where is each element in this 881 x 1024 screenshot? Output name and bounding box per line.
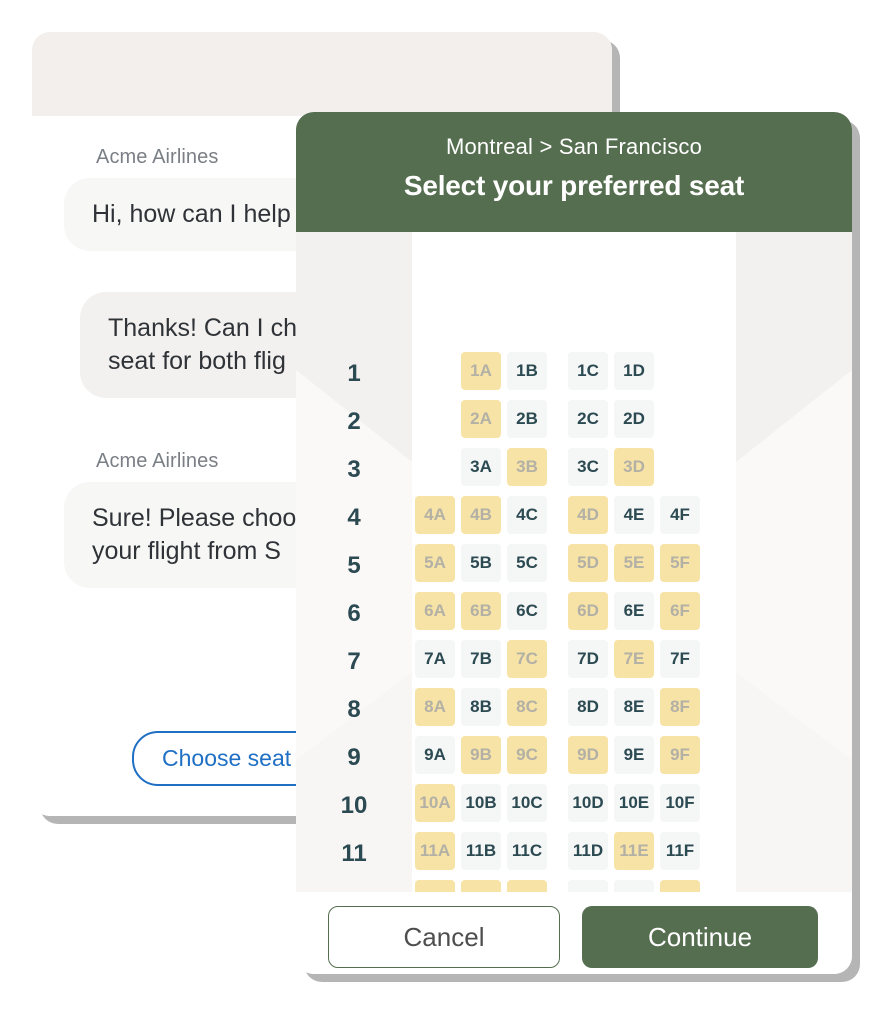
seat-7D[interactable]: 7D	[568, 640, 608, 678]
cancel-button[interactable]: Cancel	[328, 906, 560, 968]
seat-12D[interactable]: 12D	[568, 880, 608, 892]
message-line: seat for both flig	[108, 347, 286, 375]
seat-10A: 10A	[415, 784, 455, 822]
continue-button[interactable]: Continue	[582, 906, 818, 968]
message-line: Thanks! Can I ch	[108, 314, 297, 342]
seat-9D: 9D	[568, 736, 608, 774]
message-bubble-user-1: Thanks! Can I ch seat for both flig	[80, 292, 325, 398]
seat-10C[interactable]: 10C	[507, 784, 547, 822]
seat-8C: 8C	[507, 688, 547, 726]
seat-10F[interactable]: 10F	[660, 784, 700, 822]
seat-12B: 12B	[461, 880, 501, 892]
seat-8E[interactable]: 8E	[614, 688, 654, 726]
seat-6B: 6B	[461, 592, 501, 630]
message-line: your flight from S	[92, 537, 281, 565]
seat-6F: 6F	[660, 592, 700, 630]
seat-11D[interactable]: 11D	[568, 832, 608, 870]
seat-4F[interactable]: 4F	[660, 496, 700, 534]
seat-2A: 2A	[461, 400, 501, 438]
seat-9C: 9C	[507, 736, 547, 774]
message-line: Sure! Please choo	[92, 504, 297, 532]
seat-6D: 6D	[568, 592, 608, 630]
seat-1A: 1A	[461, 352, 501, 390]
seat-1D[interactable]: 1D	[614, 352, 654, 390]
seat-9F: 9F	[660, 736, 700, 774]
seat-12E[interactable]: 12E	[614, 880, 654, 892]
seat-9E[interactable]: 9E	[614, 736, 654, 774]
seat-12A: 12A	[415, 880, 455, 892]
seat-4A: 4A	[415, 496, 455, 534]
seat-grid[interactable]: 1A 1B 1C 1D 2A 2B 2C 2D 3A 3B 3C 3D 4A 4B 4C 4D 4E 4F 5A 5B…	[296, 232, 852, 892]
screen: Acme Airlines Hi, how can I help Thanks!…	[0, 0, 881, 1024]
seat-5E: 5E	[614, 544, 654, 582]
modal-footer: Cancel Continue	[296, 892, 852, 974]
seat-5F: 5F	[660, 544, 700, 582]
seat-5A: 5A	[415, 544, 455, 582]
seat-2B[interactable]: 2B	[507, 400, 547, 438]
seat-2D[interactable]: 2D	[614, 400, 654, 438]
seat-5B[interactable]: 5B	[461, 544, 501, 582]
message-bubble-agent-2: Sure! Please choo your flight from S	[64, 482, 325, 588]
seat-map[interactable]: 1234567891011121314 1A1B1C1D2A2B2C2D3A3B…	[296, 232, 852, 892]
seat-7F[interactable]: 7F	[660, 640, 700, 678]
seat-6E[interactable]: 6E	[614, 592, 654, 630]
seat-12C: 12C	[507, 880, 547, 892]
seat-10E[interactable]: 10E	[614, 784, 654, 822]
seat-1B[interactable]: 1B	[507, 352, 547, 390]
seat-11E: 11E	[614, 832, 654, 870]
seat-9A[interactable]: 9A	[415, 736, 455, 774]
message-sender-label: Acme Airlines	[96, 450, 219, 472]
seat-10D[interactable]: 10D	[568, 784, 608, 822]
flight-route: Montreal > San Francisco	[445, 134, 703, 159]
seat-5C[interactable]: 5C	[507, 544, 547, 582]
modal-header: Montreal > San Francisco Select your pre…	[296, 112, 852, 232]
seat-3B: 3B	[507, 448, 547, 486]
seat-7B[interactable]: 7B	[461, 640, 501, 678]
seat-6A: 6A	[415, 592, 455, 630]
seat-8B[interactable]: 8B	[461, 688, 501, 726]
seat-11F[interactable]: 11F	[660, 832, 700, 870]
message-bubble-agent-1: Hi, how can I help	[64, 178, 319, 251]
seat-6C[interactable]: 6C	[507, 592, 547, 630]
seat-5D: 5D	[568, 544, 608, 582]
seat-8D[interactable]: 8D	[568, 688, 608, 726]
seat-7E: 7E	[614, 640, 654, 678]
seat-3A[interactable]: 3A	[461, 448, 501, 486]
seat-4B: 4B	[461, 496, 501, 534]
seat-selection-modal: Montreal > San Francisco Select your pre…	[296, 112, 852, 974]
seat-1C[interactable]: 1C	[568, 352, 608, 390]
seat-3D: 3D	[614, 448, 654, 486]
modal-title: Select your preferred seat	[403, 170, 745, 201]
seat-10B[interactable]: 10B	[461, 784, 501, 822]
seat-12F: 12F	[660, 880, 700, 892]
seat-9B: 9B	[461, 736, 501, 774]
choose-seat-button[interactable]: Choose seat	[132, 731, 322, 786]
seat-3C[interactable]: 3C	[568, 448, 608, 486]
message-sender-label: Acme Airlines	[96, 146, 219, 168]
seat-11C[interactable]: 11C	[507, 832, 547, 870]
seat-4E[interactable]: 4E	[614, 496, 654, 534]
seat-7A[interactable]: 7A	[415, 640, 455, 678]
seat-7C: 7C	[507, 640, 547, 678]
seat-4C[interactable]: 4C	[507, 496, 547, 534]
seat-8A: 8A	[415, 688, 455, 726]
seat-2C[interactable]: 2C	[568, 400, 608, 438]
seat-4D: 4D	[568, 496, 608, 534]
seat-11A: 11A	[415, 832, 455, 870]
seat-11B[interactable]: 11B	[461, 832, 501, 870]
seat-8F: 8F	[660, 688, 700, 726]
chat-titlebar	[32, 32, 612, 116]
